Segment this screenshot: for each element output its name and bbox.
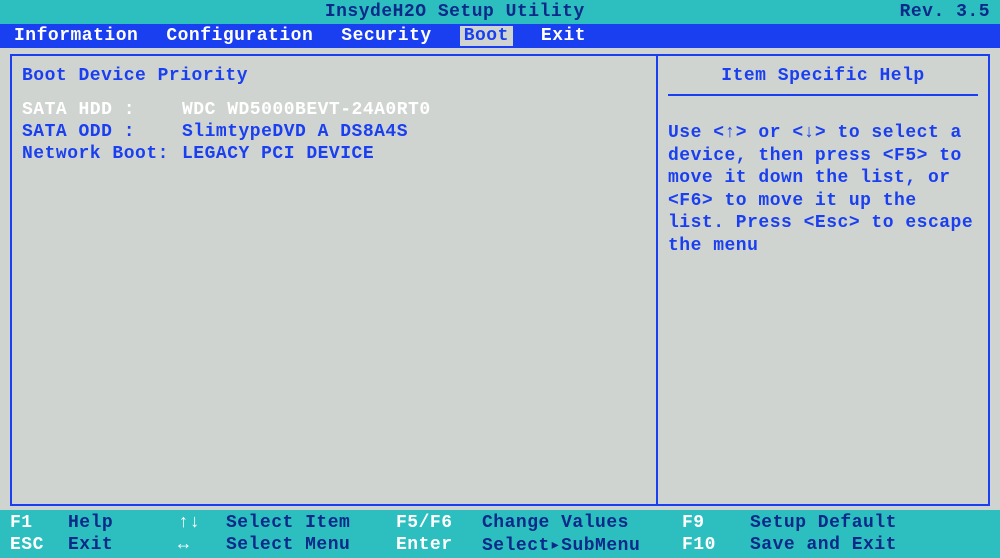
main-area: Boot Device Priority SATA HDD : WDC WD50… (0, 48, 1000, 510)
footer-label-select-menu: Select Menu (226, 535, 396, 555)
tab-information[interactable]: Information (14, 26, 138, 46)
footer-key-f5f6[interactable]: F5/F6 (396, 513, 482, 533)
boot-item-label: SATA ODD : (22, 122, 182, 142)
footer-key-f9[interactable]: F9 (682, 513, 750, 533)
footer-key-leftright[interactable]: ↔ (178, 535, 226, 555)
footer-key-updown[interactable]: ↑↓ (178, 513, 226, 533)
help-title: Item Specific Help (668, 66, 978, 96)
footer-key-f1[interactable]: F1 (10, 513, 68, 533)
menu-bar: Information Configuration Security Boot … (0, 24, 1000, 48)
tab-security[interactable]: Security (341, 26, 431, 46)
boot-item-label: Network Boot: (22, 144, 182, 164)
footer-key-esc[interactable]: ESC (10, 535, 68, 555)
panel-container: Boot Device Priority SATA HDD : WDC WD50… (10, 54, 990, 506)
boot-item-network[interactable]: Network Boot: LEGACY PCI DEVICE (22, 144, 646, 164)
boot-item-sata-odd[interactable]: SATA ODD : SlimtypeDVD A DS8A4S (22, 122, 646, 142)
footer-label-select-item: Select Item (226, 513, 396, 533)
footer-label-save-exit: Save and Exit (750, 535, 897, 555)
tab-boot[interactable]: Boot (460, 26, 513, 46)
boot-item-sata-hdd[interactable]: SATA HDD : WDC WD5000BEVT-24A0RT0 (22, 100, 646, 120)
boot-item-value: SlimtypeDVD A DS8A4S (182, 122, 408, 142)
footer-row: F1 Help ↑↓ Select Item F5/F6 Change Valu… (10, 512, 990, 534)
footer-key-f10[interactable]: F10 (682, 535, 750, 555)
footer-key-enter[interactable]: Enter (396, 535, 482, 555)
footer-label-help: Help (68, 513, 178, 533)
app-title: InsydeH2O Setup Utility (10, 2, 900, 22)
boot-priority-title: Boot Device Priority (22, 66, 646, 86)
boot-item-value: LEGACY PCI DEVICE (182, 144, 374, 164)
footer-row: ESC Exit ↔ Select Menu Enter Select▸SubM… (10, 534, 990, 556)
footer-label-select-submenu: Select▸SubMenu (482, 534, 682, 556)
boot-item-label: SATA HDD : (22, 100, 182, 120)
left-panel: Boot Device Priority SATA HDD : WDC WD50… (12, 56, 658, 504)
boot-item-value: WDC WD5000BEVT-24A0RT0 (182, 100, 431, 120)
help-text: Use <↑> or <↓> to select a device, then … (668, 122, 978, 257)
revision-label: Rev. 3.5 (900, 2, 990, 22)
tab-configuration[interactable]: Configuration (166, 26, 313, 46)
tab-exit[interactable]: Exit (541, 26, 586, 46)
title-bar: InsydeH2O Setup Utility Rev. 3.5 (0, 0, 1000, 24)
footer-label-setup-default: Setup Default (750, 513, 897, 533)
footer-label-exit: Exit (68, 535, 178, 555)
help-panel: Item Specific Help Use <↑> or <↓> to sel… (658, 56, 988, 504)
footer-bar: F1 Help ↑↓ Select Item F5/F6 Change Valu… (0, 510, 1000, 558)
footer-label-change-values: Change Values (482, 513, 682, 533)
